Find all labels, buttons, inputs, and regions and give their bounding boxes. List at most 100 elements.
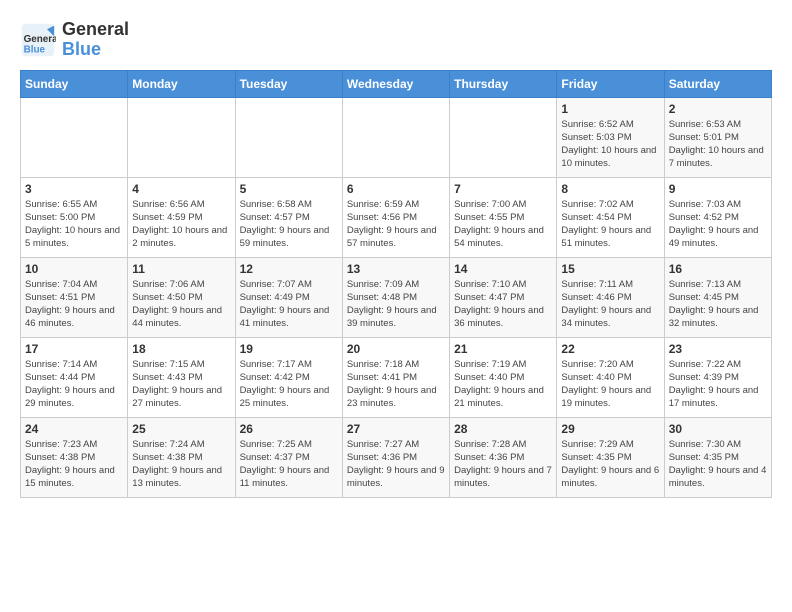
calendar-cell: 4 Sunrise: 6:56 AM Sunset: 4:59 PM Daylig… (128, 177, 235, 257)
calendar-week-row: 24 Sunrise: 7:23 AM Sunset: 4:38 PM Dayli… (21, 417, 772, 497)
day-info: Sunrise: 6:59 AM Sunset: 4:56 PM Dayligh… (347, 198, 445, 251)
day-number: 18 (132, 342, 230, 356)
calendar-cell (21, 97, 128, 177)
calendar-cell (342, 97, 449, 177)
day-number: 17 (25, 342, 123, 356)
calendar-cell (128, 97, 235, 177)
day-info: Sunrise: 7:20 AM Sunset: 4:40 PM Dayligh… (561, 358, 659, 411)
day-info: Sunrise: 6:52 AM Sunset: 5:03 PM Dayligh… (561, 118, 659, 171)
svg-text:General: General (24, 34, 56, 45)
weekday-header: Wednesday (342, 70, 449, 97)
day-info: Sunrise: 7:28 AM Sunset: 4:36 PM Dayligh… (454, 438, 552, 491)
day-info: Sunrise: 6:56 AM Sunset: 4:59 PM Dayligh… (132, 198, 230, 251)
weekday-header: Thursday (450, 70, 557, 97)
day-info: Sunrise: 7:22 AM Sunset: 4:39 PM Dayligh… (669, 358, 767, 411)
day-number: 2 (669, 102, 767, 116)
day-number: 21 (454, 342, 552, 356)
calendar-cell: 24 Sunrise: 7:23 AM Sunset: 4:38 PM Dayli… (21, 417, 128, 497)
logo: General Blue General Blue (20, 20, 129, 60)
weekday-header: Saturday (664, 70, 771, 97)
day-info: Sunrise: 6:53 AM Sunset: 5:01 PM Dayligh… (669, 118, 767, 171)
calendar-cell: 5Sunrise: 6:58 AM Sunset: 4:57 PM Daylig… (235, 177, 342, 257)
day-info: Sunrise: 6:55 AM Sunset: 5:00 PM Dayligh… (25, 198, 123, 251)
day-number: 25 (132, 422, 230, 436)
day-number: 30 (669, 422, 767, 436)
day-number: 20 (347, 342, 445, 356)
day-info: Sunrise: 7:30 AM Sunset: 4:35 PM Dayligh… (669, 438, 767, 491)
day-number: 4 (132, 182, 230, 196)
calendar-cell: 14 Sunrise: 7:10 AM Sunset: 4:47 PM Dayli… (450, 257, 557, 337)
calendar-cell: 18 Sunrise: 7:15 AM Sunset: 4:43 PM Dayli… (128, 337, 235, 417)
calendar-cell: 22Sunrise: 7:20 AM Sunset: 4:40 PM Dayli… (557, 337, 664, 417)
day-info: Sunrise: 6:58 AM Sunset: 4:57 PM Dayligh… (240, 198, 338, 251)
calendar-cell: 23 Sunrise: 7:22 AM Sunset: 4:39 PM Dayli… (664, 337, 771, 417)
day-info: Sunrise: 7:29 AM Sunset: 4:35 PM Dayligh… (561, 438, 659, 491)
day-number: 7 (454, 182, 552, 196)
day-number: 27 (347, 422, 445, 436)
day-number: 19 (240, 342, 338, 356)
logo-icon: General Blue (20, 22, 56, 58)
calendar-cell: 8Sunrise: 7:02 AM Sunset: 4:54 PM Daylig… (557, 177, 664, 257)
calendar-cell: 20 Sunrise: 7:18 AM Sunset: 4:41 PM Dayli… (342, 337, 449, 417)
page-header: General Blue General Blue (20, 20, 772, 60)
day-info: Sunrise: 7:17 AM Sunset: 4:42 PM Dayligh… (240, 358, 338, 411)
weekday-header: Tuesday (235, 70, 342, 97)
day-number: 15 (561, 262, 659, 276)
day-info: Sunrise: 7:15 AM Sunset: 4:43 PM Dayligh… (132, 358, 230, 411)
day-number: 13 (347, 262, 445, 276)
day-info: Sunrise: 7:18 AM Sunset: 4:41 PM Dayligh… (347, 358, 445, 411)
day-number: 3 (25, 182, 123, 196)
day-info: Sunrise: 7:04 AM Sunset: 4:51 PM Dayligh… (25, 278, 123, 331)
calendar-cell: 9 Sunrise: 7:03 AM Sunset: 4:52 PM Daylig… (664, 177, 771, 257)
day-number: 11 (132, 262, 230, 276)
calendar-cell: 1 Sunrise: 6:52 AM Sunset: 5:03 PM Daylig… (557, 97, 664, 177)
logo-text: General Blue (62, 20, 129, 60)
calendar-cell: 15 Sunrise: 7:11 AM Sunset: 4:46 PM Dayli… (557, 257, 664, 337)
day-info: Sunrise: 7:10 AM Sunset: 4:47 PM Dayligh… (454, 278, 552, 331)
calendar-cell: 10 Sunrise: 7:04 AM Sunset: 4:51 PM Dayli… (21, 257, 128, 337)
calendar-cell: 11 Sunrise: 7:06 AM Sunset: 4:50 PM Dayli… (128, 257, 235, 337)
svg-text:Blue: Blue (24, 44, 46, 55)
day-info: Sunrise: 7:14 AM Sunset: 4:44 PM Dayligh… (25, 358, 123, 411)
calendar-week-row: 10 Sunrise: 7:04 AM Sunset: 4:51 PM Dayli… (21, 257, 772, 337)
calendar-cell: 13 Sunrise: 7:09 AM Sunset: 4:48 PM Dayli… (342, 257, 449, 337)
calendar-cell (235, 97, 342, 177)
weekday-header: Sunday (21, 70, 128, 97)
day-number: 23 (669, 342, 767, 356)
calendar-week-row: 17 Sunrise: 7:14 AM Sunset: 4:44 PM Dayli… (21, 337, 772, 417)
calendar-cell: 19 Sunrise: 7:17 AM Sunset: 4:42 PM Dayli… (235, 337, 342, 417)
calendar-week-row: 3 Sunrise: 6:55 AM Sunset: 5:00 PM Daylig… (21, 177, 772, 257)
day-number: 10 (25, 262, 123, 276)
day-number: 1 (561, 102, 659, 116)
calendar-cell (450, 97, 557, 177)
day-info: Sunrise: 7:06 AM Sunset: 4:50 PM Dayligh… (132, 278, 230, 331)
day-info: Sunrise: 7:02 AM Sunset: 4:54 PM Dayligh… (561, 198, 659, 251)
calendar-cell: 30 Sunrise: 7:30 AM Sunset: 4:35 PM Dayli… (664, 417, 771, 497)
calendar-cell: 21 Sunrise: 7:19 AM Sunset: 4:40 PM Dayli… (450, 337, 557, 417)
day-info: Sunrise: 7:19 AM Sunset: 4:40 PM Dayligh… (454, 358, 552, 411)
calendar-cell: 17 Sunrise: 7:14 AM Sunset: 4:44 PM Dayli… (21, 337, 128, 417)
weekday-header: Friday (557, 70, 664, 97)
day-number: 6 (347, 182, 445, 196)
day-info: Sunrise: 7:09 AM Sunset: 4:48 PM Dayligh… (347, 278, 445, 331)
day-number: 28 (454, 422, 552, 436)
day-info: Sunrise: 7:11 AM Sunset: 4:46 PM Dayligh… (561, 278, 659, 331)
day-info: Sunrise: 7:27 AM Sunset: 4:36 PM Dayligh… (347, 438, 445, 491)
day-number: 24 (25, 422, 123, 436)
calendar-cell: 29 Sunrise: 7:29 AM Sunset: 4:35 PM Dayli… (557, 417, 664, 497)
day-info: Sunrise: 7:24 AM Sunset: 4:38 PM Dayligh… (132, 438, 230, 491)
calendar-cell: 16Sunrise: 7:13 AM Sunset: 4:45 PM Dayli… (664, 257, 771, 337)
day-info: Sunrise: 7:23 AM Sunset: 4:38 PM Dayligh… (25, 438, 123, 491)
calendar-table: SundayMondayTuesdayWednesdayThursdayFrid… (20, 70, 772, 498)
day-number: 29 (561, 422, 659, 436)
weekday-header: Monday (128, 70, 235, 97)
day-info: Sunrise: 7:25 AM Sunset: 4:37 PM Dayligh… (240, 438, 338, 491)
calendar-week-row: 1 Sunrise: 6:52 AM Sunset: 5:03 PM Daylig… (21, 97, 772, 177)
day-info: Sunrise: 7:03 AM Sunset: 4:52 PM Dayligh… (669, 198, 767, 251)
day-number: 16 (669, 262, 767, 276)
calendar-cell: 6 Sunrise: 6:59 AM Sunset: 4:56 PM Daylig… (342, 177, 449, 257)
day-number: 9 (669, 182, 767, 196)
calendar-cell: 2 Sunrise: 6:53 AM Sunset: 5:01 PM Daylig… (664, 97, 771, 177)
calendar-cell: 25 Sunrise: 7:24 AM Sunset: 4:38 PM Dayli… (128, 417, 235, 497)
day-number: 14 (454, 262, 552, 276)
